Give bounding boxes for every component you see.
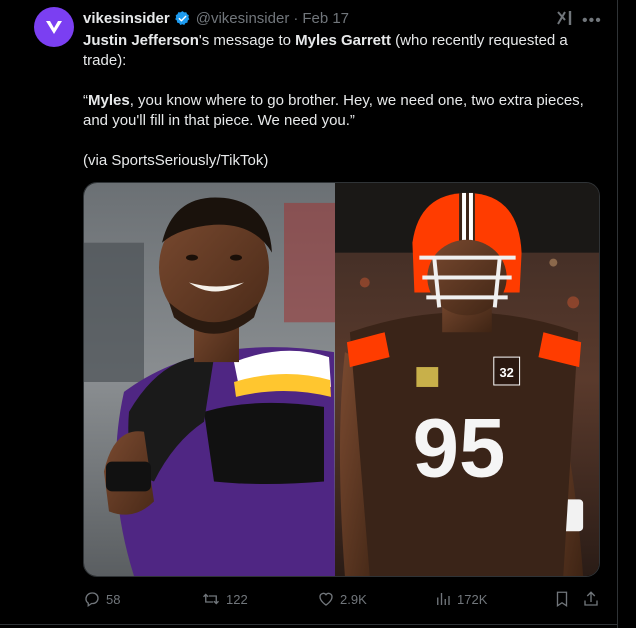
reply-icon bbox=[85, 592, 99, 608]
photo-vikings-player[interactable] bbox=[84, 183, 335, 576]
tweet-media[interactable]: 95 32 bbox=[83, 182, 600, 577]
avatar[interactable] bbox=[34, 7, 74, 47]
like-count: 2.9K bbox=[340, 591, 367, 607]
views-icon bbox=[437, 593, 450, 605]
paragraph-1: Justin Jefferson's message to Myles Garr… bbox=[83, 31, 603, 71]
jersey-number: 95 bbox=[413, 400, 506, 494]
text-segment: , you know where to go brother. Hey, we … bbox=[83, 92, 584, 129]
separator-dot: · bbox=[293, 9, 299, 27]
reply-count: 58 bbox=[106, 591, 121, 607]
tweet-header: vikesinsider @vikesinsider · Feb 17 bbox=[83, 7, 596, 29]
grok-icon[interactable] bbox=[556, 9, 574, 32]
views-count: 172K bbox=[457, 591, 488, 607]
tweet-text: Justin Jefferson's message to Myles Garr… bbox=[83, 31, 603, 171]
timestamp[interactable]: Feb 17 bbox=[302, 10, 349, 27]
repost-icon bbox=[203, 593, 219, 605]
repost-count: 122 bbox=[226, 591, 248, 607]
like-button[interactable]: 2.9K bbox=[317, 590, 367, 608]
action-bar: 58 122 2.9K 172K bbox=[83, 590, 603, 612]
display-name[interactable]: vikesinsider bbox=[83, 10, 170, 27]
views-button[interactable]: 172K bbox=[434, 590, 487, 608]
reply-button[interactable]: 58 bbox=[83, 590, 120, 608]
bookmark-button[interactable] bbox=[553, 590, 571, 608]
mention-name-1: Justin Jefferson bbox=[83, 32, 199, 49]
jersey-patch-number: 32 bbox=[500, 365, 514, 380]
handle[interactable]: @vikesinsider bbox=[196, 10, 290, 27]
share-icon bbox=[584, 591, 598, 606]
divider bbox=[0, 624, 618, 625]
mention-name-2: Myles Garrett bbox=[295, 32, 391, 49]
more-icon[interactable]: ••• bbox=[582, 12, 602, 30]
text-segment: 's message to bbox=[198, 32, 296, 49]
paragraph-3: (via SportsSeriously/TikTok) bbox=[83, 152, 269, 169]
share-button[interactable] bbox=[582, 590, 600, 608]
repost-button[interactable]: 122 bbox=[201, 590, 248, 608]
bookmark-icon bbox=[556, 591, 568, 608]
quote-name: Myles bbox=[88, 92, 130, 109]
photo-browns-player[interactable]: 95 32 bbox=[335, 183, 599, 576]
like-icon bbox=[319, 592, 333, 606]
avatar-v-logo bbox=[46, 21, 62, 34]
verified-badge-icon bbox=[174, 10, 191, 27]
paragraph-2: “Myles, you know where to go brother. He… bbox=[83, 91, 603, 131]
